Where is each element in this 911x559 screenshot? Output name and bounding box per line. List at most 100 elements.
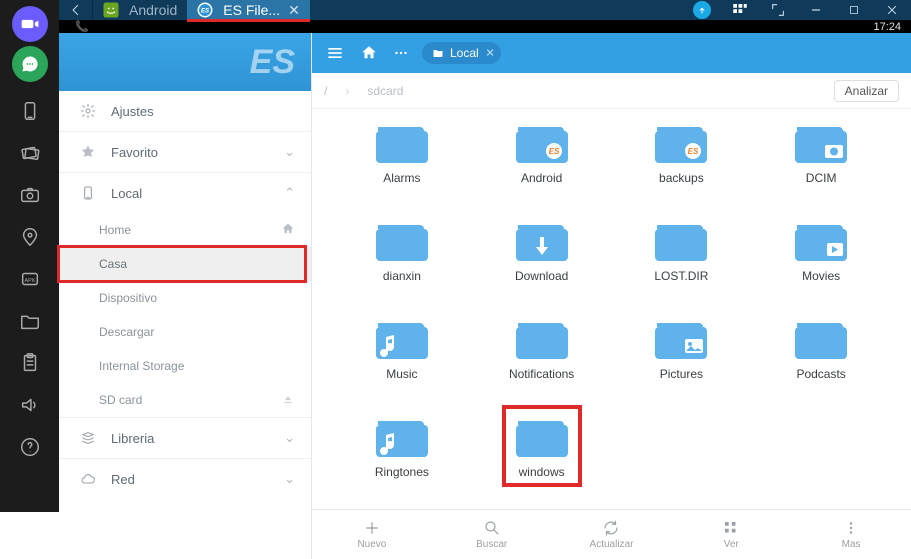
sidebar-section-ajustes[interactable]: Ajustes (59, 91, 311, 131)
bb-actualizar-label: Actualizar (590, 539, 634, 550)
folder-item-notifications[interactable]: Notifications (476, 317, 608, 407)
folder-icon (374, 415, 430, 459)
folder-item-download[interactable]: Download (476, 219, 608, 309)
folder-icon: ES (514, 121, 570, 165)
sidebar-home-label: Home (99, 223, 131, 237)
folder-item-dcim[interactable]: DCIM (755, 121, 887, 211)
sidebar-item-home[interactable]: Home (59, 213, 311, 247)
bottombar-actualizar[interactable]: Actualizar (571, 519, 651, 550)
bottombar-ver[interactable]: Ver (691, 519, 771, 550)
stack-icon (77, 430, 99, 446)
folder-item-android[interactable]: ESAndroid (476, 121, 608, 211)
sidebar-section-red[interactable]: Red ⌄ (59, 459, 311, 499)
topstrip-dots-icon[interactable] (390, 42, 412, 64)
home-icon (281, 222, 295, 239)
titlebar-close-button[interactable] (873, 0, 911, 20)
emulator-rail: APK (0, 0, 59, 512)
folder-item-movies[interactable]: Movies (755, 219, 887, 309)
android-icon (101, 0, 121, 20)
path-root[interactable]: / (324, 84, 327, 98)
rail-volume-icon[interactable] (6, 384, 54, 426)
rail-help-icon[interactable] (6, 426, 54, 468)
folder-item-dianxin[interactable]: dianxin (336, 219, 468, 309)
folder-icon (793, 219, 849, 263)
path-segment-sdcard[interactable]: sdcard (367, 84, 403, 98)
sidebar-descargar-label: Descargar (99, 325, 154, 339)
star-icon (77, 144, 99, 160)
topstrip-home-icon[interactable] (358, 42, 380, 64)
titlebar-keyboard-button[interactable] (721, 0, 759, 20)
folder-item-pictures[interactable]: Pictures (616, 317, 748, 407)
folder-icon (514, 219, 570, 263)
titlebar-back-button[interactable] (59, 0, 93, 20)
status-clock: 17:24 (873, 21, 901, 33)
sidebar-ajustes-label: Ajustes (111, 104, 154, 119)
folder-icon (432, 47, 444, 59)
sidebar-dispositivo-label: Dispositivo (99, 291, 157, 305)
folder-label: Movies (802, 269, 840, 283)
sidebar-sdcard-label: SD card (99, 393, 142, 407)
rail-camera-button[interactable] (12, 6, 48, 42)
folder-item-podcasts[interactable]: Podcasts (755, 317, 887, 407)
rail-phone-icon[interactable] (6, 90, 54, 132)
folder-item-windows[interactable]: windows (476, 415, 608, 505)
tab-android[interactable]: Android (93, 0, 187, 20)
folder-icon: ES (653, 121, 709, 165)
titlebar-minimize-button[interactable] (797, 0, 835, 20)
sidebar-section-libreria[interactable]: Libreria ⌄ (59, 418, 311, 458)
folder-label: Notifications (509, 367, 574, 381)
cloud-icon (77, 471, 99, 487)
rail-apk-icon[interactable]: APK (6, 258, 54, 300)
bottombar-buscar[interactable]: Buscar (452, 519, 532, 550)
sidebar-item-internal-storage[interactable]: Internal Storage (59, 349, 311, 383)
sidebar-item-sdcard[interactable]: SD card (59, 383, 311, 417)
rail-cards-icon[interactable] (6, 132, 54, 174)
sidebar-section-local[interactable]: Local ⌃ (59, 173, 311, 213)
sidebar-item-casa[interactable]: Casa (59, 247, 311, 281)
svg-text:ES: ES (201, 8, 209, 14)
folder-item-backups[interactable]: ES backups (616, 121, 748, 211)
analizar-button[interactable]: Analizar (834, 80, 899, 102)
folder-label: DCIM (806, 171, 837, 185)
rail-location-icon[interactable] (6, 216, 54, 258)
chevron-up-icon: ⌃ (284, 185, 295, 201)
folder-label: backups (659, 171, 704, 185)
bottombar-mas[interactable]: Mas (811, 519, 891, 550)
titlebar-maximize-button[interactable] (835, 0, 873, 20)
chevron-down-icon: ⌄ (284, 430, 295, 446)
rail-folder-icon[interactable] (6, 300, 54, 342)
location-chip-local[interactable]: Local ✕ (422, 42, 501, 64)
sidebar-section-favorito[interactable]: Favorito ⌄ (59, 132, 311, 172)
sidebar-item-descargar[interactable]: Descargar (59, 315, 311, 349)
folder-item-music[interactable]: Music (336, 317, 468, 407)
folder-label: Music (386, 367, 417, 381)
folder-icon (653, 317, 709, 361)
sidebar-item-dispositivo[interactable]: Dispositivo (59, 281, 311, 315)
tab-close-button[interactable]: ✕ (288, 2, 300, 19)
folder-label: Pictures (660, 367, 703, 381)
sidebar-hero: ES (59, 33, 311, 91)
rail-chat-button[interactable] (12, 46, 48, 82)
titlebar-sync-button[interactable] (683, 0, 721, 20)
rail-camera-icon[interactable] (6, 174, 54, 216)
phone-icon (77, 185, 99, 201)
bottombar: Nuevo Buscar Actualizar Ver Mas (312, 509, 911, 559)
folder-item-lost-dir[interactable]: LOST.DIR (616, 219, 748, 309)
sidebar-casa-label: Casa (99, 257, 127, 271)
chip-close-button[interactable]: ✕ (485, 47, 494, 60)
titlebar-fullscreen-button[interactable] (759, 0, 797, 20)
hamburger-menu-button[interactable] (322, 40, 348, 66)
tab-android-label: Android (129, 2, 177, 18)
gear-icon (77, 103, 99, 119)
svg-text:ES: ES (548, 147, 559, 156)
bottombar-nuevo[interactable]: Nuevo (332, 519, 412, 550)
folder-item-alarms[interactable]: Alarms (336, 121, 468, 211)
window-titlebar: Android ES ES File... ✕ (59, 0, 911, 20)
pathbar: / › sdcard Analizar (312, 73, 911, 109)
folder-icon (374, 219, 430, 263)
path-separator: › (345, 84, 349, 98)
tab-es-file[interactable]: ES ES File... ✕ (187, 0, 310, 20)
folder-item-ringtones[interactable]: Ringtones (336, 415, 468, 505)
sidebar: ES Ajustes Favorito ⌄ Local ⌃ (59, 33, 311, 559)
rail-clipboard-icon[interactable] (6, 342, 54, 384)
